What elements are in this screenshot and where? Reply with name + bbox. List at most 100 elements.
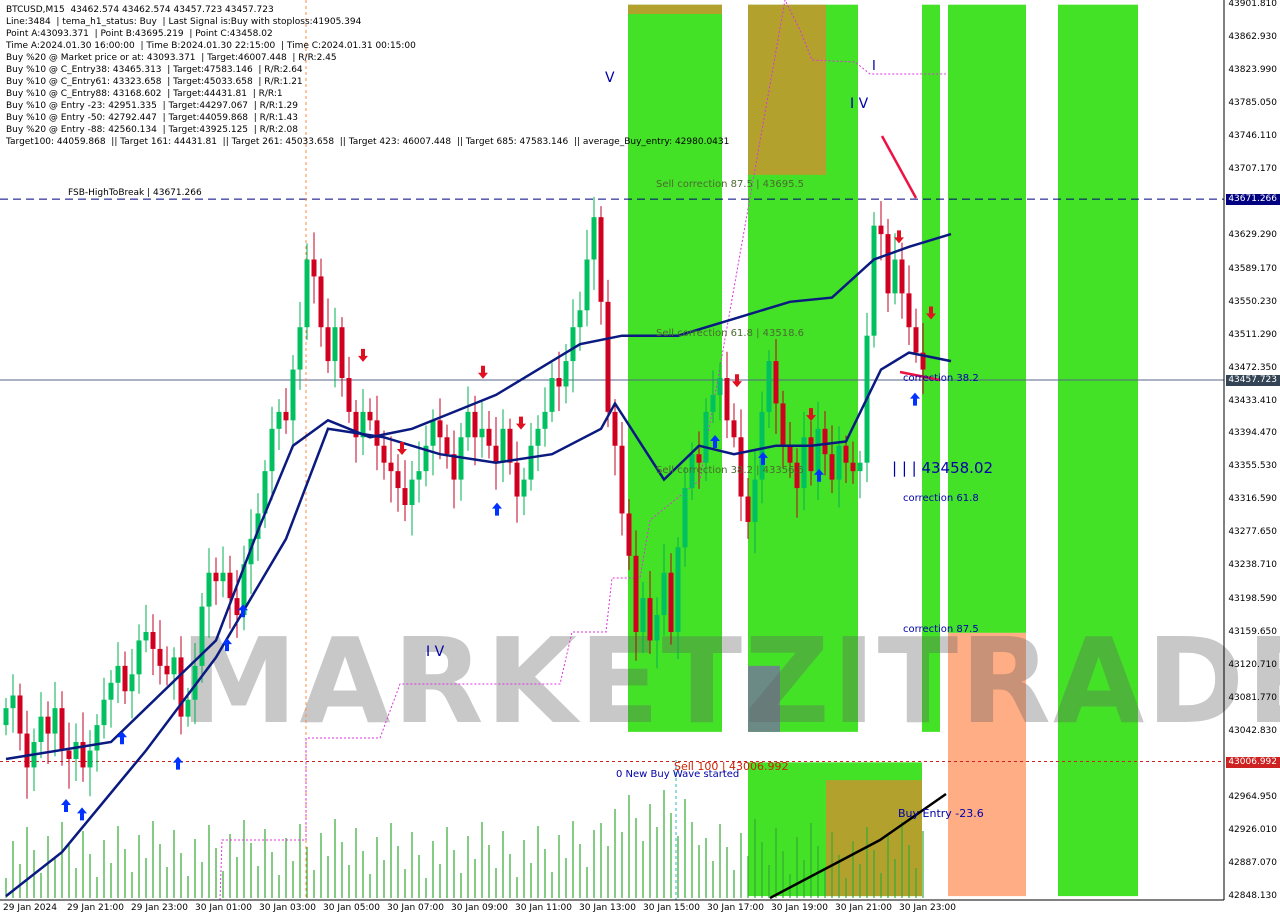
info-line: Line:3484 | tema_h1_status: Buy | Last S… — [6, 17, 362, 27]
candle-body — [773, 361, 779, 404]
price-tick-label: 42848.130 — [1228, 891, 1277, 901]
candle-body — [374, 420, 380, 446]
candle-body — [542, 411, 548, 429]
time-tick-label: 29 Jan 23:00 — [131, 903, 188, 913]
candle-body — [500, 428, 506, 463]
candle-body — [150, 631, 156, 649]
price-tick-label: 43785.050 — [1228, 97, 1277, 108]
candle-body — [668, 572, 674, 632]
candle-body — [227, 572, 233, 599]
signal-zone — [948, 4, 1026, 633]
candle-body — [556, 378, 562, 387]
candle-body — [899, 259, 905, 294]
candle-body — [752, 479, 758, 522]
candle-body — [570, 327, 576, 362]
time-tick-label: 30 Jan 23:00 — [899, 903, 956, 913]
candle-body — [346, 378, 352, 412]
candle-body — [787, 445, 793, 463]
candle-body — [339, 327, 345, 379]
candle-body — [892, 259, 898, 294]
candle-body — [766, 361, 772, 412]
chart-annotation: correction 87.5 — [903, 624, 979, 635]
candle-body — [843, 445, 849, 463]
candle-body — [311, 259, 317, 277]
price-tick-label: 43316.590 — [1228, 494, 1277, 505]
time-tick-label: 30 Jan 11:00 — [515, 903, 572, 913]
candle-body — [115, 665, 121, 683]
candle-body — [94, 725, 100, 751]
price-tick-label: 43862.930 — [1228, 31, 1277, 42]
candle-body — [276, 411, 282, 429]
price-tick-label: 43042.830 — [1228, 726, 1277, 737]
candle-body — [486, 428, 492, 446]
price-tick-label: 43823.990 — [1228, 64, 1277, 75]
candle-body — [409, 479, 415, 506]
candle-body — [815, 428, 821, 472]
candle-body — [101, 699, 107, 726]
price-tick-label: 43707.170 — [1228, 163, 1277, 174]
candle-body — [318, 276, 324, 328]
candle-body — [584, 259, 590, 311]
candle-body — [290, 369, 296, 421]
candle-body — [367, 411, 373, 421]
time-tick-label: 30 Jan 13:00 — [579, 903, 636, 913]
candle-body — [612, 411, 618, 446]
candle-body — [416, 471, 422, 480]
candle-body — [283, 411, 289, 421]
info-line: Buy %10 @ Entry -23: 42951.335 | Target:… — [6, 101, 298, 111]
candle-body — [108, 682, 114, 700]
candle-body — [535, 428, 541, 446]
info-line: Buy %10 @ C_Entry61: 43323.658 | Target:… — [6, 77, 303, 87]
candle-body — [626, 513, 632, 556]
candle-body — [640, 598, 646, 632]
candle-body — [220, 572, 226, 582]
chart-annotation: I — [872, 59, 876, 74]
price-tick-label: 43277.650 — [1228, 527, 1277, 538]
time-tick-label: 30 Jan 03:00 — [259, 903, 316, 913]
time-tick-label: 30 Jan 05:00 — [323, 903, 380, 913]
candle-body — [185, 699, 191, 717]
candle-body — [73, 742, 79, 759]
info-line: Buy %20 @ Entry -88: 42560.134 | Target:… — [6, 125, 298, 135]
time-tick-label: 30 Jan 19:00 — [771, 903, 828, 913]
chart-annotation: Buy Entry -23.6 — [898, 807, 984, 820]
candle-body — [451, 454, 457, 480]
signal-zone — [1058, 4, 1138, 897]
candle-body — [549, 378, 555, 412]
candle-body — [514, 462, 520, 497]
candle-body — [3, 708, 9, 726]
chart-annotation: | | | 43458.02 — [892, 459, 994, 477]
candle-body — [395, 471, 401, 489]
info-line: Buy %10 @ C_Entry88: 43168.602 | Target:… — [6, 89, 283, 99]
candle-body — [731, 420, 737, 438]
chart-annotation: correction 61.8 — [903, 493, 979, 504]
candle-body — [437, 420, 443, 438]
candle-body — [647, 598, 653, 641]
time-tick-label: 29 Jan 21:00 — [67, 903, 124, 913]
candle-body — [724, 378, 730, 421]
info-line: BTCUSD,M15 43462.574 43462.574 43457.723… — [6, 5, 274, 15]
candle-body — [381, 445, 387, 463]
candle-body — [563, 361, 569, 387]
price-tick-label: 42964.950 — [1228, 792, 1277, 803]
candle-body — [493, 445, 499, 463]
candle-body — [619, 445, 625, 514]
candle-body — [171, 657, 177, 675]
candle-body — [661, 572, 667, 616]
candle-body — [829, 454, 835, 480]
price-tick-label: 43589.170 — [1228, 263, 1277, 274]
time-tick-label: 30 Jan 09:00 — [451, 903, 508, 913]
price-tick-label: 43081.770 — [1228, 693, 1277, 704]
candle-body — [213, 572, 219, 582]
time-tick-label: 30 Jan 07:00 — [387, 903, 444, 913]
info-line: Point A:43093.371 | Point B:43695.219 | … — [6, 29, 273, 39]
time-tick-label: 30 Jan 01:00 — [195, 903, 252, 913]
candle-body — [682, 488, 688, 548]
signal-zone — [748, 4, 826, 175]
candle-body — [878, 225, 884, 235]
candle-body — [59, 708, 65, 751]
price-tick-label: 43355.530 — [1228, 461, 1277, 472]
price-tick-label: 43394.470 — [1228, 428, 1277, 439]
candle-body — [745, 496, 751, 522]
candle-body — [507, 428, 513, 463]
